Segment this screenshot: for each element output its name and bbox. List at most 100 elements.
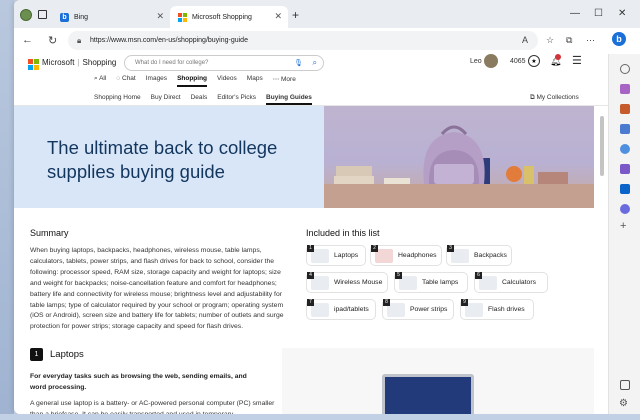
- chip-table-lamps[interactable]: 5 Table lamps: [394, 271, 468, 293]
- chip-label: Flash drives: [488, 306, 525, 313]
- lamp-thumbnail-icon: 5: [395, 271, 417, 290]
- summary-text: When buying laptops, backpacks, headphon…: [30, 247, 284, 331]
- subnav-buy-direct[interactable]: Buy Direct: [151, 94, 181, 105]
- tab-strip: b Bing ✕ Microsoft Shopping ✕ + — ☐ ✕: [14, 0, 640, 30]
- back-icon[interactable]: ←: [22, 34, 33, 46]
- chip-label: Laptops: [334, 252, 359, 259]
- page-scrollbar[interactable]: [598, 106, 606, 406]
- new-tab-icon[interactable]: +: [292, 8, 299, 22]
- subnav-deals[interactable]: Deals: [191, 94, 208, 105]
- power-strip-thumbnail-icon: 8: [383, 298, 405, 317]
- nav-images[interactable]: Images: [146, 75, 167, 87]
- chip-label: Table lamps: [422, 279, 459, 286]
- tab-bing[interactable]: b Bing ✕: [52, 6, 170, 28]
- favorites-icon[interactable]: ☆: [546, 35, 554, 46]
- nav-videos[interactable]: Videos: [217, 75, 237, 87]
- tab-actions-icon[interactable]: [38, 10, 47, 19]
- chip-laptops[interactable]: 1 Laptops: [306, 244, 366, 266]
- desktop-background: [0, 0, 14, 420]
- sidebar-search-icon[interactable]: [620, 64, 630, 74]
- address-bar[interactable]: 🔒︎ https://www.msn.com/en-us/shopping/bu…: [68, 31, 538, 50]
- refresh-icon[interactable]: ↻: [48, 34, 57, 47]
- microphone-icon[interactable]: 🎙︎: [294, 59, 303, 67]
- calculator-thumbnail-icon: 6: [475, 271, 497, 290]
- nav-all[interactable]: ⌕ All: [94, 75, 106, 87]
- user-name[interactable]: Leo: [470, 58, 482, 65]
- laptop-image: [382, 374, 474, 414]
- notifications-bell-icon[interactable]: 🔔︎: [550, 54, 561, 67]
- nav-shopping[interactable]: Shopping: [177, 75, 208, 87]
- chip-label: Backpacks: [474, 252, 507, 259]
- chip-headphones[interactable]: 2 Headphones: [370, 244, 442, 266]
- chip-backpacks[interactable]: 3 Backpacks: [446, 244, 512, 266]
- rewards-icon[interactable]: ★: [528, 55, 540, 67]
- sidebar-designer-icon[interactable]: [620, 204, 630, 214]
- sidebar-add-icon[interactable]: +: [620, 220, 626, 232]
- hero-image: [324, 106, 594, 208]
- microsoft-favicon-icon: [178, 12, 187, 22]
- close-window-icon[interactable]: ✕: [618, 8, 626, 19]
- tab-label: Bing: [74, 13, 89, 21]
- microsoft-logo-icon[interactable]: [28, 59, 39, 70]
- chip-label: Headphones: [398, 252, 437, 259]
- profile-avatar-icon[interactable]: [20, 9, 32, 21]
- summary-heading: Summary: [30, 228, 69, 238]
- search-icon[interactable]: ⌕: [313, 58, 317, 68]
- tab-microsoft-shopping[interactable]: Microsoft Shopping ✕: [170, 6, 288, 28]
- browser-window: b Bing ✕ Microsoft Shopping ✕ + — ☐ ✕ ← …: [14, 0, 640, 414]
- desktop-background-bottom: [0, 414, 640, 420]
- minimize-icon[interactable]: —: [570, 8, 580, 19]
- bing-chat-icon[interactable]: b: [612, 32, 626, 46]
- subnav-buying-guides[interactable]: Buying Guides: [266, 94, 312, 105]
- backpack-illustration: [324, 125, 594, 208]
- laptop-product-image[interactable]: [282, 348, 594, 414]
- sidebar-settings-icon[interactable]: ⚙: [619, 398, 628, 409]
- url-text: https://www.msn.com/en-us/shopping/buyin…: [90, 37, 248, 44]
- sidebar-drop-icon[interactable]: [620, 164, 630, 174]
- sidebar-hide-icon[interactable]: [620, 380, 630, 390]
- sidebar-outlook-icon[interactable]: [620, 184, 630, 194]
- brand-title[interactable]: Microsoft | Shopping: [42, 58, 116, 67]
- read-aloud-icon[interactable]: A: [522, 35, 528, 45]
- laptops-tagline: For everyday tasks such as browsing the …: [30, 373, 247, 391]
- laptops-description: A general use laptop is a battery- or AC…: [30, 400, 275, 414]
- chip-ipad-tablets[interactable]: 7 ipad/tablets: [306, 298, 376, 320]
- nav-more[interactable]: ⋯ More: [273, 75, 296, 87]
- sidebar-tools-icon[interactable]: [620, 104, 630, 114]
- more-options-icon[interactable]: ⋯: [586, 35, 595, 46]
- nav-maps[interactable]: Maps: [247, 75, 263, 87]
- shopping-subnav: Shopping Home Buy Direct Deals Editor's …: [14, 91, 608, 106]
- close-tab-icon[interactable]: ✕: [274, 11, 282, 22]
- chip-flash-drives[interactable]: 9 Flash drives: [460, 298, 534, 320]
- mouse-thumbnail-icon: 4: [307, 271, 329, 290]
- user-avatar[interactable]: [484, 54, 498, 68]
- menu-icon[interactable]: ☰: [572, 54, 582, 67]
- rewards-points[interactable]: 4065: [510, 58, 526, 65]
- bing-favicon-icon: b: [60, 12, 69, 22]
- laptop-thumbnail-icon: 1: [307, 244, 329, 263]
- chip-wireless-mouse[interactable]: 4 Wireless Mouse: [306, 271, 388, 293]
- my-collections-link[interactable]: ⧉ My Collections: [530, 94, 579, 102]
- chip-label: Power strips: [410, 306, 448, 313]
- subnav-editors-picks[interactable]: Editor's Picks: [217, 94, 256, 105]
- chip-calculators[interactable]: 6 Calculators: [474, 271, 548, 293]
- hero-banner: The ultimate back to college supplies bu…: [14, 106, 594, 208]
- edge-sidebar: + ⚙: [608, 54, 640, 414]
- chip-label: Calculators: [502, 279, 536, 286]
- subnav-shopping-home[interactable]: Shopping Home: [94, 94, 141, 105]
- search-input[interactable]: What do I need for college? 🎙︎ ⌕: [124, 55, 324, 71]
- nav-chat[interactable]: ◌ Chat: [116, 75, 135, 87]
- sidebar-shopping-icon[interactable]: [620, 84, 630, 94]
- flash-drive-thumbnail-icon: 9: [461, 298, 483, 317]
- search-placeholder: What do I need for college?: [135, 60, 209, 66]
- chip-power-strips[interactable]: 8 Power strips: [382, 298, 454, 320]
- tablet-thumbnail-icon: 7: [307, 298, 329, 317]
- sidebar-games-icon[interactable]: [620, 124, 630, 134]
- collections-icon[interactable]: ⧉: [566, 35, 572, 46]
- sidebar-microsoft365-icon[interactable]: [620, 144, 630, 154]
- hero-title: The ultimate back to college supplies bu…: [47, 137, 278, 182]
- chip-label: ipad/tablets: [334, 306, 369, 313]
- address-toolbar: ← ↻ 🔒︎ https://www.msn.com/en-us/shoppin…: [14, 28, 640, 54]
- maximize-icon[interactable]: ☐: [594, 8, 603, 19]
- close-tab-icon[interactable]: ✕: [156, 11, 164, 22]
